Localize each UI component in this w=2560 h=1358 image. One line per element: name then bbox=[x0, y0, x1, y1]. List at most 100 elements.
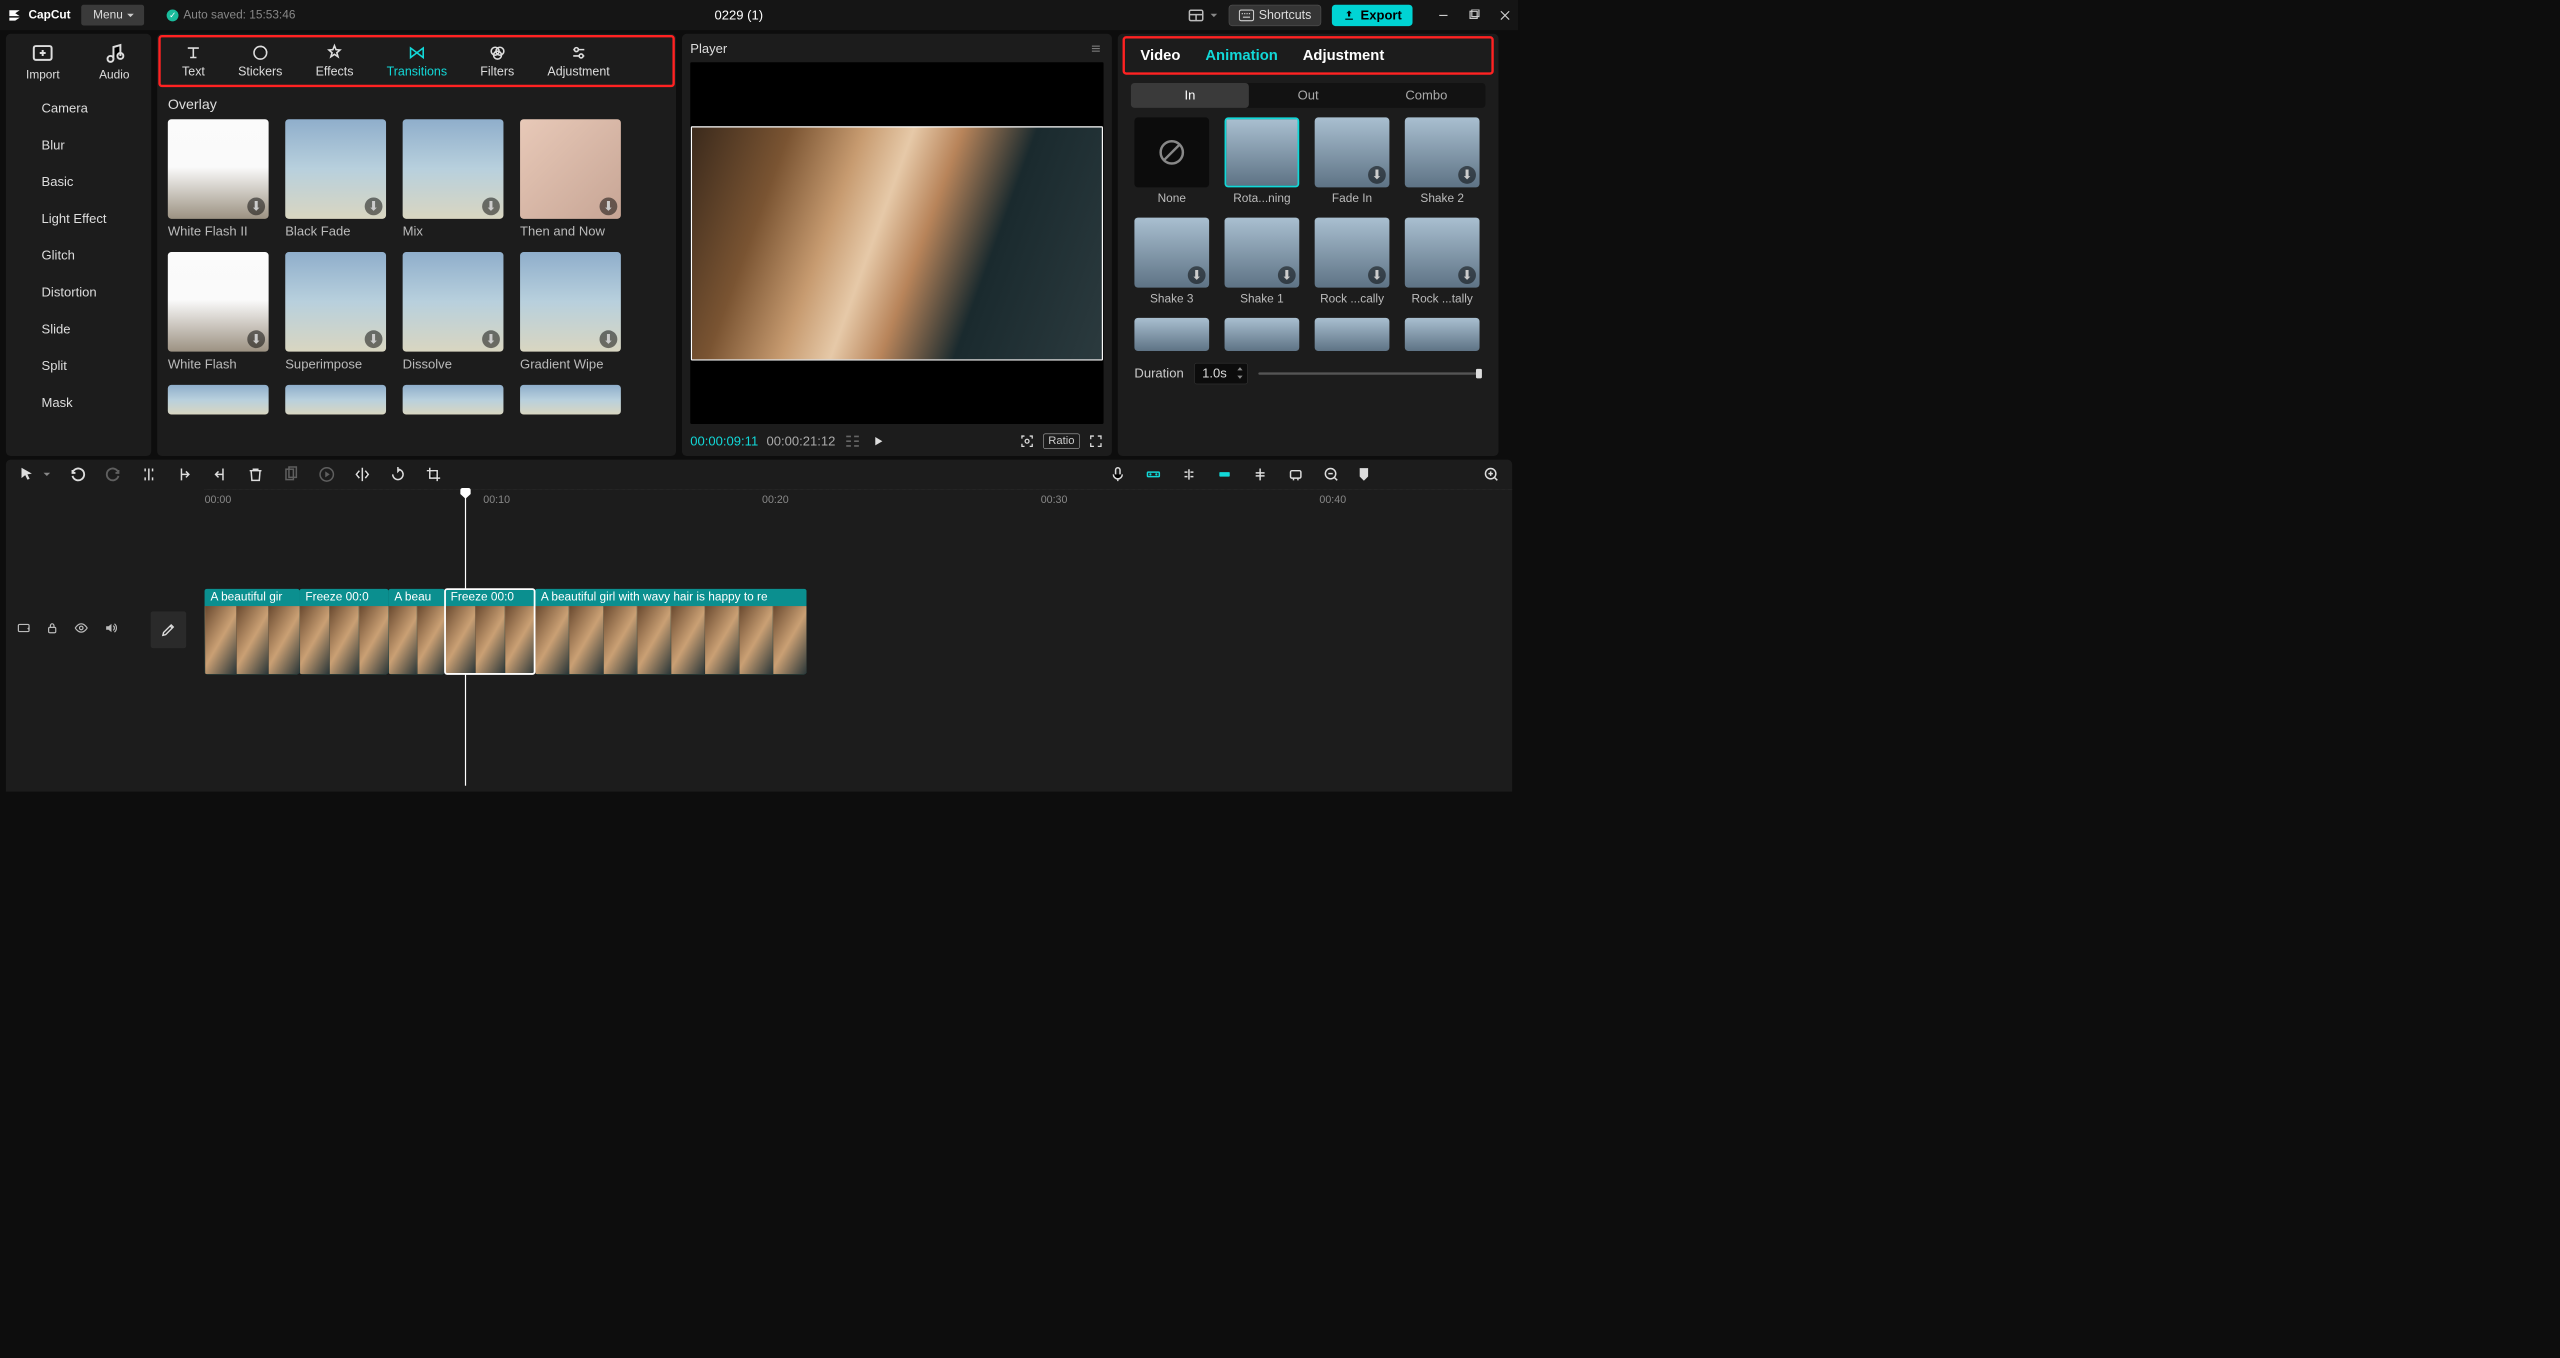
player-viewport[interactable] bbox=[690, 62, 1103, 424]
zoom-out-button[interactable] bbox=[1322, 466, 1340, 484]
transition-item[interactable]: ⬇White Flash bbox=[168, 252, 269, 372]
trim-left-tool[interactable] bbox=[176, 466, 194, 484]
download-icon[interactable]: ⬇ bbox=[1278, 266, 1296, 284]
speaker-icon[interactable] bbox=[103, 621, 118, 635]
duration-slider[interactable] bbox=[1258, 372, 1481, 374]
tab-stickers[interactable]: Stickers bbox=[221, 41, 298, 81]
sidebar-item-blur[interactable]: Blur bbox=[36, 127, 152, 164]
crop-tool[interactable] bbox=[425, 466, 443, 484]
transition-item[interactable]: ⬇Superimpose bbox=[285, 252, 386, 372]
download-icon[interactable]: ⬇ bbox=[600, 197, 618, 215]
timeline-clip[interactable]: A beau bbox=[388, 589, 444, 674]
timeline-clip[interactable]: Freeze 00:0 bbox=[445, 589, 535, 674]
shortcuts-button[interactable]: Shortcuts bbox=[1228, 4, 1321, 25]
maximize-button[interactable] bbox=[1468, 9, 1480, 21]
download-icon[interactable]: ⬇ bbox=[482, 330, 500, 348]
anim-item[interactable]: ⬇Fade In bbox=[1315, 117, 1390, 205]
anim-item[interactable]: ⬇Rock ...cally bbox=[1315, 218, 1390, 306]
audio-button[interactable]: Audio bbox=[81, 37, 148, 86]
tab-text[interactable]: Text bbox=[165, 41, 221, 81]
trim-right-tool[interactable] bbox=[211, 466, 229, 484]
tab-adjustment[interactable]: Adjustment bbox=[531, 41, 627, 81]
download-icon[interactable]: ⬇ bbox=[1368, 266, 1386, 284]
transition-item[interactable]: ⬇Mix bbox=[403, 119, 504, 239]
anim-none[interactable]: None bbox=[1134, 117, 1209, 205]
seg-in[interactable]: In bbox=[1131, 83, 1249, 108]
transition-item[interactable]: ⬇White Flash II bbox=[168, 119, 269, 239]
tab-adjustment[interactable]: Adjustment bbox=[1296, 44, 1392, 66]
ratio-button[interactable]: Ratio bbox=[1043, 433, 1080, 448]
mirror-tool[interactable] bbox=[353, 466, 371, 484]
transition-item[interactable] bbox=[168, 385, 269, 415]
track-edit-button[interactable] bbox=[151, 611, 187, 648]
fullscreen-icon[interactable] bbox=[1088, 433, 1103, 448]
download-icon[interactable]: ⬇ bbox=[365, 330, 383, 348]
download-icon[interactable]: ⬇ bbox=[600, 330, 618, 348]
redo-button[interactable] bbox=[104, 466, 122, 484]
scan-icon[interactable] bbox=[1019, 433, 1034, 448]
sidebar-item-glitch[interactable]: Glitch bbox=[36, 237, 152, 274]
timeline-clip[interactable]: A beautiful girl with wavy hair is happy… bbox=[535, 589, 807, 674]
zoom-in-button[interactable] bbox=[1483, 466, 1501, 484]
sidebar-item-mask[interactable]: Mask bbox=[36, 384, 152, 421]
download-icon[interactable]: ⬇ bbox=[365, 197, 383, 215]
chevron-down-icon[interactable] bbox=[43, 470, 51, 478]
transition-item[interactable]: ⬇Black Fade bbox=[285, 119, 386, 239]
sidebar-item-light-effect[interactable]: Light Effect bbox=[36, 200, 152, 237]
eye-icon[interactable] bbox=[74, 621, 89, 635]
stepper-icon[interactable] bbox=[1236, 367, 1243, 379]
mic-button[interactable] bbox=[1109, 466, 1127, 484]
cc-icon[interactable] bbox=[17, 621, 31, 635]
record-tool[interactable] bbox=[318, 466, 336, 484]
zoom-slider-knob[interactable] bbox=[1358, 467, 1370, 482]
transition-item[interactable]: ⬇Then and Now bbox=[520, 119, 621, 239]
tracks-area[interactable]: A beautiful girFreeze 00:0A beauFreeze 0… bbox=[6, 507, 1512, 792]
align-tool[interactable] bbox=[1251, 466, 1269, 484]
download-icon[interactable]: ⬇ bbox=[1458, 166, 1476, 184]
anim-item[interactable]: ⬇Shake 1 bbox=[1225, 218, 1300, 306]
download-icon[interactable]: ⬇ bbox=[482, 197, 500, 215]
layout-icon[interactable] bbox=[1182, 4, 1209, 27]
download-icon[interactable]: ⬇ bbox=[1368, 166, 1386, 184]
tab-transitions[interactable]: Transitions bbox=[370, 41, 464, 81]
rotate-tool[interactable] bbox=[389, 466, 407, 484]
sidebar-item-distortion[interactable]: Distortion bbox=[36, 274, 152, 311]
download-icon[interactable]: ⬇ bbox=[1458, 266, 1476, 284]
copy-tool[interactable] bbox=[282, 466, 300, 484]
tab-filters[interactable]: Filters bbox=[464, 41, 531, 81]
duration-input[interactable]: 1.0s bbox=[1194, 363, 1247, 384]
split-tool[interactable] bbox=[140, 466, 158, 484]
anim-item[interactable]: ⬇Rock ...tally bbox=[1405, 218, 1480, 306]
timeline-clip[interactable]: A beautiful gir bbox=[205, 589, 300, 674]
import-button[interactable]: Import bbox=[9, 37, 76, 86]
anim-item[interactable] bbox=[1405, 318, 1480, 351]
undo-button[interactable] bbox=[69, 466, 87, 484]
link-tool[interactable] bbox=[1180, 466, 1198, 484]
sidebar-item-basic[interactable]: Basic bbox=[36, 164, 152, 201]
timeline-clip[interactable]: Freeze 00:0 bbox=[299, 589, 388, 674]
anim-item[interactable]: ⬇Shake 3 bbox=[1134, 218, 1209, 306]
transition-item[interactable]: ⬇Gradient Wipe bbox=[520, 252, 621, 372]
tab-effects[interactable]: Effects bbox=[299, 41, 370, 81]
anim-item[interactable]: ⬇Shake 2 bbox=[1405, 117, 1480, 205]
play-button[interactable] bbox=[871, 434, 885, 448]
delete-tool[interactable] bbox=[247, 466, 265, 484]
sidebar-item-slide[interactable]: Slide bbox=[36, 311, 152, 348]
anim-item[interactable]: Rota...ning bbox=[1225, 117, 1300, 205]
export-button[interactable]: Export bbox=[1332, 4, 1412, 25]
tab-animation[interactable]: Animation bbox=[1198, 44, 1285, 66]
transition-item[interactable] bbox=[520, 385, 621, 415]
minimize-button[interactable] bbox=[1437, 9, 1449, 21]
anim-item[interactable] bbox=[1225, 318, 1300, 351]
close-button[interactable] bbox=[1499, 9, 1511, 21]
list-icon[interactable] bbox=[844, 434, 863, 448]
tab-video[interactable]: Video bbox=[1133, 44, 1187, 66]
lock-icon[interactable] bbox=[45, 621, 59, 635]
download-icon[interactable]: ⬇ bbox=[247, 330, 265, 348]
timeline-ruler[interactable]: 00:00 00:10 00:20 00:30 00:40 bbox=[205, 489, 1513, 507]
seg-combo[interactable]: Combo bbox=[1367, 83, 1485, 108]
player-menu-icon[interactable] bbox=[1088, 43, 1103, 55]
transition-item[interactable] bbox=[403, 385, 504, 415]
anim-item[interactable] bbox=[1315, 318, 1390, 351]
pointer-tool[interactable] bbox=[18, 466, 36, 484]
